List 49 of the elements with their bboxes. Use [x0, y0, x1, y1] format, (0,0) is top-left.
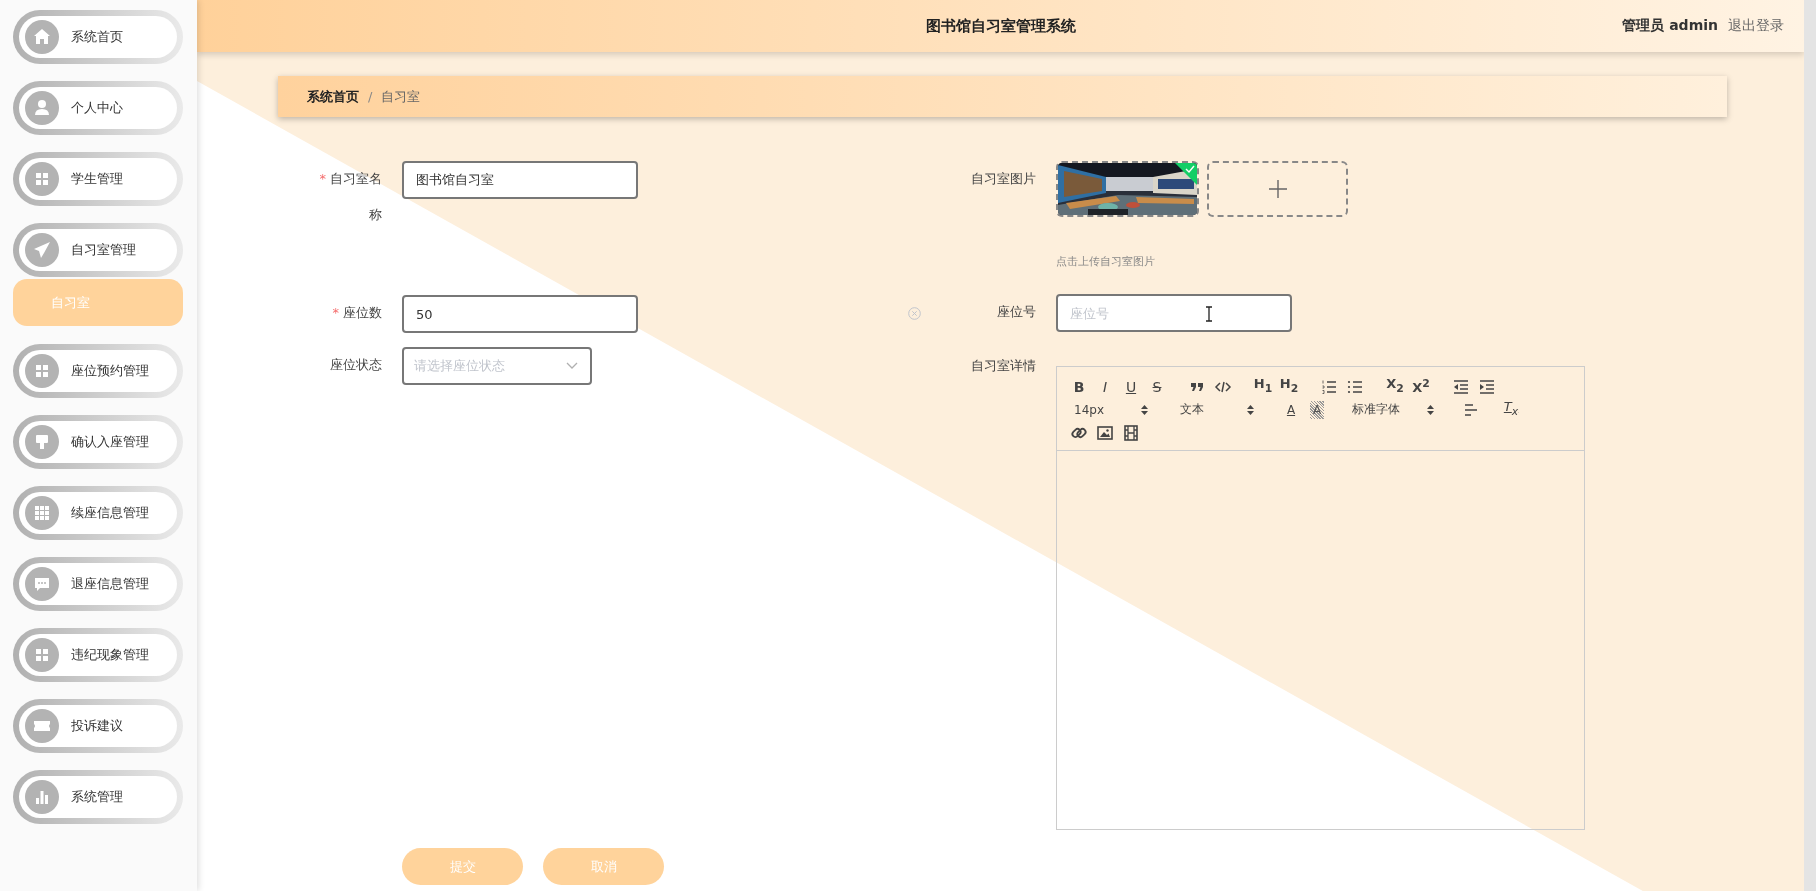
underline-button[interactable]: U — [1118, 377, 1144, 396]
chat-icon — [25, 567, 59, 601]
table-icon — [25, 496, 59, 530]
user-name: 管理员 admin — [1622, 17, 1718, 35]
bold-button[interactable]: B — [1066, 377, 1092, 396]
breadcrumb-link[interactable]: 自习室 — [381, 87, 421, 106]
home-icon — [25, 20, 59, 54]
breadcrumb-link[interactable]: 系统首页 — [307, 87, 359, 106]
text-cursor-icon — [1205, 306, 1213, 322]
text-field[interactable]: 图书馆自习室 — [402, 161, 638, 199]
chevron-down-icon — [566, 362, 578, 370]
heading-button[interactable]: H$_{2}$ — [1276, 375, 1302, 398]
heading-button[interactable]: H$_{1}$ — [1250, 375, 1276, 398]
field-label: 座位状态 — [329, 356, 382, 374]
italic-button[interactable]: I — [1092, 377, 1118, 396]
scrollbar[interactable] — [1804, 0, 1816, 891]
ticket-icon — [25, 709, 59, 743]
field-label: * 座位数 — [331, 304, 382, 322]
dropdown-picker[interactable]: 标准字体 — [1344, 401, 1444, 418]
grid-icon — [25, 162, 59, 196]
clear-format-button[interactable]: T$_{x}$ — [1498, 398, 1524, 421]
up-down-caret-icon — [1427, 404, 1434, 415]
superscript-button[interactable]: X$^{2}$ — [1408, 375, 1434, 398]
paper-plane-icon — [25, 233, 59, 267]
logout-link[interactable]: 退出登录 — [1728, 17, 1784, 35]
text-field[interactable]: 50 — [402, 295, 638, 333]
dropdown-picker[interactable]: 文本 — [1172, 401, 1264, 418]
field-label: 自习室图片 — [970, 170, 1036, 188]
person-icon — [25, 91, 59, 125]
subscript-button[interactable]: X$_{2}$ — [1382, 375, 1408, 398]
dropdown-picker[interactable]: 14px — [1066, 402, 1158, 417]
app-title: 图书馆自习室管理系统 — [925, 16, 1076, 36]
upload-button[interactable] — [1207, 161, 1348, 217]
success-badge-icon — [1175, 163, 1197, 185]
upload-hint: 点击上传自习室图片 — [1056, 254, 1156, 270]
field-label: 自习室详情 — [970, 357, 1036, 375]
up-down-caret-icon — [1141, 404, 1148, 415]
marker-icon — [25, 425, 59, 459]
bar-chart-icon — [25, 780, 59, 814]
grid-icon — [25, 354, 59, 388]
text-color-button[interactable]: A — [1278, 400, 1304, 419]
up-down-caret-icon — [1247, 404, 1254, 415]
plus-icon — [1267, 179, 1288, 199]
field-label: 座位号 — [996, 303, 1036, 321]
field-label: * 自习室名称 — [318, 170, 382, 224]
text-field[interactable]: 座位号 — [1056, 294, 1292, 332]
grid-icon — [25, 638, 59, 672]
breadcrumb-separator: / — [368, 89, 373, 104]
strike-button[interactable]: S — [1144, 377, 1170, 396]
